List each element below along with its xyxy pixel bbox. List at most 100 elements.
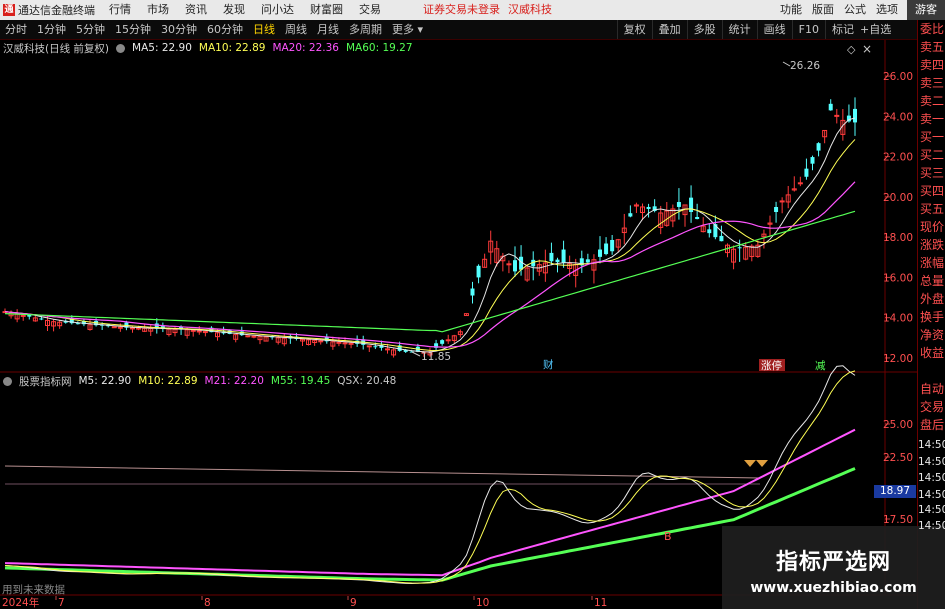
month-label: 7 (58, 597, 65, 609)
candle-body (513, 260, 517, 272)
sidebar-item[interactable]: 卖三 (918, 74, 945, 92)
sidebar-item[interactable]: 现价 (918, 218, 945, 236)
sidebar-item[interactable]: 自动 (918, 380, 945, 398)
candle-body (373, 346, 378, 348)
indicator-tick-label: 25.00 (883, 419, 913, 431)
time-label: 14:50 (918, 489, 945, 501)
candle-body (440, 340, 445, 344)
close-icon: × (862, 42, 872, 56)
candle-body (318, 340, 324, 343)
watermark-url: www.xuezhibiao.com (750, 580, 917, 596)
year-label: 2024年 (2, 596, 39, 609)
candle-body (555, 259, 560, 263)
candle-body (130, 327, 135, 330)
candle-body (610, 239, 615, 252)
candle-body (774, 207, 779, 212)
candle-body (604, 243, 609, 255)
month-label: 8 (204, 597, 211, 609)
sidebar-item[interactable]: 买四 (918, 182, 945, 200)
sidebar-item[interactable]: 总量 (918, 272, 945, 290)
candle-body (628, 213, 633, 217)
month-label: 11 (594, 597, 607, 609)
sidebar-item[interactable]: 换手 (918, 308, 945, 326)
chart-grid (0, 40, 917, 596)
candle-body (251, 335, 257, 338)
low-pointer (411, 351, 421, 357)
high-label: 26.26 (790, 60, 820, 72)
future-data-warning: 用到未来数据 (2, 584, 65, 596)
signal-marker (744, 460, 756, 467)
candle-body (136, 327, 142, 330)
candle-body (737, 247, 742, 249)
candle-body (75, 323, 80, 325)
candle-body (828, 103, 833, 111)
sidebar-item[interactable]: 卖二 (918, 92, 945, 110)
reduce-marker: 减 (815, 360, 826, 372)
price-axis: 26.00 24.00 22.00 20.00 18.00 16.00 14.00 12.00… (883, 71, 913, 526)
sidebar-item[interactable]: 卖一 (918, 110, 945, 128)
candle-body (810, 157, 815, 164)
candle-body (196, 330, 202, 333)
price-tick-label: 24.00 (883, 111, 913, 123)
candle-body (804, 168, 809, 177)
sidebar-item[interactable]: 委比 (918, 20, 945, 38)
ma5-line (4, 117, 856, 353)
sidebar-item[interactable]: 净资 (918, 326, 945, 344)
sidebar-item[interactable]: 外盘 (918, 290, 945, 308)
time-label: 14:50 (918, 520, 945, 532)
candle-body (707, 229, 712, 234)
sidebar-item[interactable]: 买五 (918, 200, 945, 218)
candle-body (348, 342, 354, 345)
chart-canvas[interactable]: 26.00 24.00 22.00 20.00 18.00 16.00 14.00 12.00… (0, 0, 917, 609)
sidebar-item[interactable]: 收益 (918, 344, 945, 362)
candle-body (561, 249, 566, 263)
current-value-badge: 18.97 (874, 485, 916, 498)
ma20-line (4, 181, 856, 348)
candle-body (476, 265, 481, 278)
signal-marker (756, 460, 768, 467)
candle-body (190, 329, 196, 332)
ma60-line (4, 210, 856, 333)
candle-body (719, 235, 724, 242)
sidebar-item[interactable] (918, 362, 945, 380)
candle-body (336, 341, 342, 344)
candle-body (834, 114, 840, 117)
diamond-icon: ◇ (847, 43, 856, 56)
candle-body (111, 326, 117, 329)
buy-marker: B (664, 530, 672, 543)
indicator-tick-label: 17.50 (883, 514, 913, 526)
candle-body (342, 342, 348, 345)
sidebar-item[interactable]: 买一 (918, 128, 945, 146)
low-label: 11.85 (421, 351, 451, 363)
sidebar-item[interactable]: 卖四 (918, 56, 945, 74)
candle-body (385, 348, 390, 351)
sidebar-item[interactable]: 涨幅 (918, 254, 945, 272)
candle-body (39, 318, 44, 320)
candle-body (797, 182, 803, 185)
limit-up-marker: 涨停 (761, 359, 782, 372)
price-tick-label: 14.00 (883, 313, 913, 325)
reference-line (4, 465, 761, 479)
price-tick-label: 18.00 (883, 232, 913, 244)
sidebar-item[interactable]: 买三 (918, 164, 945, 182)
price-tick-label: 22.00 (883, 152, 913, 164)
sidebar-item[interactable]: 买二 (918, 146, 945, 164)
candle-body (470, 288, 475, 296)
candle-body (549, 252, 554, 262)
sidebar-item[interactable]: 涨跌 (918, 236, 945, 254)
sidebar-item[interactable]: 交易 (918, 398, 945, 416)
price-tick-label: 26.00 (883, 71, 913, 83)
time-label: 14:50 (918, 504, 945, 516)
sidebar-item[interactable]: 盘后 (918, 416, 945, 434)
time-label: 14:50 (918, 472, 945, 484)
candle-body (117, 326, 123, 329)
sidebar-item[interactable]: 卖五 (918, 38, 945, 56)
candle-body (695, 217, 700, 220)
price-tick-label: 12.00 (883, 353, 913, 365)
watermark-title: 指标严选网 (775, 550, 891, 575)
candle-body (646, 206, 651, 209)
time-label: 14:50 (918, 456, 945, 468)
month-label: 10 (476, 597, 489, 609)
high-pointer (782, 61, 791, 67)
candle-body (585, 259, 590, 263)
